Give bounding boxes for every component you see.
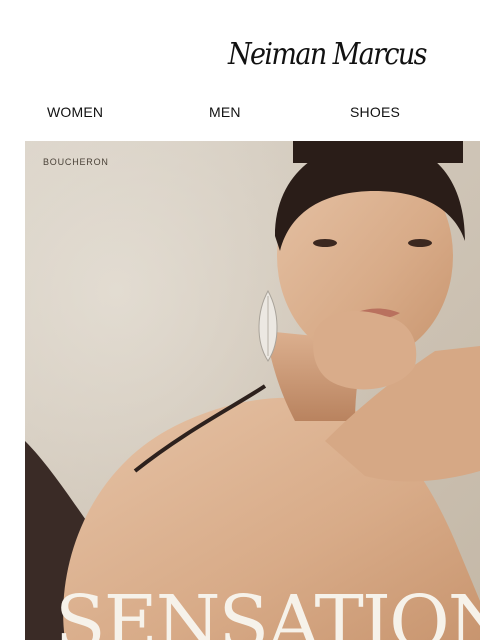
email-page: Neiman Marcus WOMEN MEN SHOES BOUCHERON …: [0, 0, 480, 640]
nav-item-women[interactable]: WOMEN: [47, 104, 103, 120]
nav-item-shoes[interactable]: SHOES: [350, 104, 400, 120]
hero-headline: SENSATIONA: [55, 580, 480, 640]
header: Neiman Marcus: [0, 0, 480, 96]
category-nav: WOMEN MEN SHOES: [0, 96, 480, 128]
logo-text: Neiman Marcus: [228, 37, 427, 72]
nav-item-men[interactable]: MEN: [209, 104, 241, 120]
hero-model-image: [25, 141, 480, 640]
hero-banner[interactable]: BOUCHERON SENSATIONA: [25, 141, 480, 640]
neiman-marcus-logo[interactable]: Neiman Marcus: [220, 24, 427, 86]
hero-brand-label: BOUCHERON: [43, 157, 109, 167]
